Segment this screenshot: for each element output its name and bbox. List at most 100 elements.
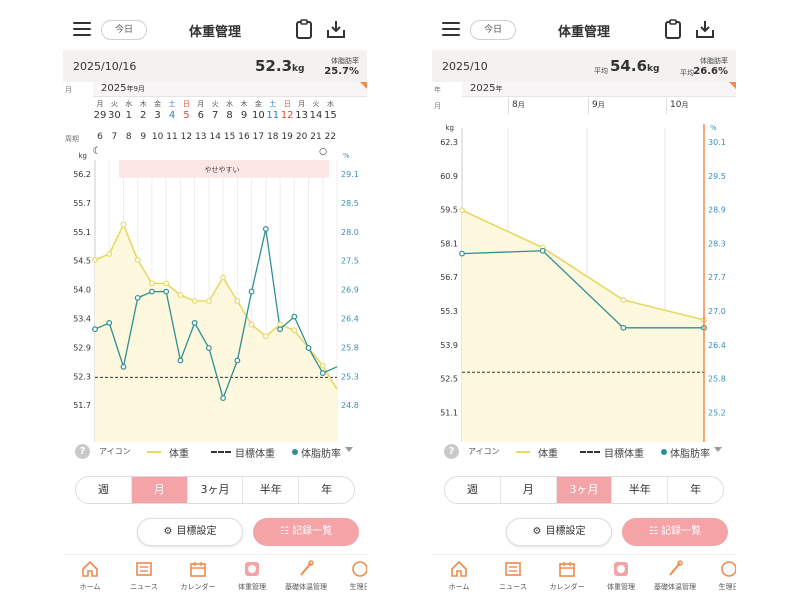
page-title: 体重管理	[188, 25, 241, 40]
avg-label: 平均	[594, 67, 608, 75]
range-tab[interactable]: 週	[76, 477, 132, 503]
y-tick-label-left: 56.7	[440, 273, 458, 282]
date-cell[interactable]: 12	[280, 110, 294, 121]
fat-avg-label: 平均	[680, 69, 694, 77]
month-divider	[588, 98, 589, 114]
period-icon	[719, 559, 736, 579]
chevron-down-icon[interactable]	[714, 447, 722, 452]
nav-item[interactable]: 基礎体温管理	[278, 559, 334, 592]
fat-point	[177, 357, 184, 364]
date-cell[interactable]: 14	[309, 110, 323, 121]
nav-label: 基礎体温管理	[654, 583, 696, 591]
range-tab[interactable]: 半年	[612, 477, 669, 503]
date-cell[interactable]: 29	[93, 110, 107, 121]
range-tab[interactable]: 年	[668, 477, 723, 503]
date-cell[interactable]: 2	[136, 110, 150, 121]
nav-item[interactable]: ホーム	[432, 559, 487, 592]
fat-point	[149, 288, 155, 295]
kg-unit-label: kg	[446, 124, 455, 132]
fat-point	[305, 345, 312, 351]
date-cell[interactable]: 4	[165, 110, 179, 121]
legend-target-swatch	[580, 451, 600, 453]
y-tick-label-right: 26.9	[341, 286, 359, 295]
nav-item[interactable]: ニュース	[116, 559, 172, 592]
chevron-down-icon[interactable]	[345, 447, 353, 452]
range-tab[interactable]: 月	[501, 477, 557, 503]
download-icon[interactable]	[694, 18, 716, 40]
fat-point	[106, 320, 113, 326]
page-title: 体重管理	[557, 25, 610, 40]
y-tick-label-right: 28.5	[341, 199, 359, 208]
nav-item[interactable]: 生理日	[701, 559, 736, 592]
menu-icon[interactable]	[73, 22, 91, 36]
app-bar: 今日 体重管理	[63, 10, 367, 50]
nav-item[interactable]: 体重管理	[224, 559, 280, 592]
nav-item[interactable]: ホーム	[63, 559, 118, 592]
range-tab[interactable]: 週	[445, 477, 501, 503]
date-cell[interactable]: 9	[237, 110, 251, 121]
clipboard-icon[interactable]	[664, 18, 682, 40]
range-tab[interactable]: 半年	[243, 477, 300, 503]
date-cell[interactable]: 5	[179, 110, 193, 121]
weight-point	[234, 298, 241, 304]
month-suffix: 月	[681, 101, 689, 109]
range-tab[interactable]: 3ヶ月	[188, 477, 244, 503]
today-button[interactable]: 今日	[101, 20, 147, 40]
nav-item[interactable]: 基礎体温管理	[647, 559, 703, 592]
help-icon[interactable]: ?	[444, 444, 459, 459]
record-list-button[interactable]: ☷ 記録一覧	[253, 518, 359, 546]
fat-point	[163, 288, 170, 295]
today-button[interactable]: 今日	[470, 20, 516, 40]
goal-settings-label: 目標設定	[176, 526, 217, 537]
gear-icon: ⚙	[532, 526, 542, 537]
goal-settings-button[interactable]: ⚙ 目標設定	[506, 518, 612, 546]
cycle-day: 9	[140, 132, 147, 142]
weight-point	[291, 327, 298, 334]
legend-weight-swatch	[147, 451, 161, 453]
y-tick-label-left: 60.9	[440, 172, 458, 181]
month-column-label: 10月	[670, 100, 688, 110]
y-tick-label-right: 26.4	[708, 341, 726, 350]
nav-item[interactable]: カレンダー	[539, 559, 595, 592]
chart-legend: ? アイコン 体重 目標体重 体脂肪率	[63, 442, 367, 464]
nav-item[interactable]: 体重管理	[593, 559, 649, 592]
date-cell[interactable]: 10	[251, 110, 265, 121]
legend-fat-dropdown[interactable]: 体脂肪率	[301, 445, 341, 460]
summary-date: 2025/10	[442, 60, 488, 73]
date-cell[interactable]: 30	[107, 110, 121, 121]
weight-point	[149, 280, 155, 287]
legend-fat-dropdown[interactable]: 体脂肪率	[670, 445, 710, 460]
help-icon[interactable]: ?	[75, 444, 90, 459]
cycle-day: 18	[267, 132, 279, 142]
weight-point	[134, 256, 141, 263]
date-cell[interactable]: 11	[266, 110, 280, 121]
nav-label: 体重管理	[238, 583, 266, 591]
fat-point	[248, 288, 255, 295]
clipboard-icon[interactable]	[295, 18, 313, 40]
range-tab[interactable]: 3ヶ月	[556, 477, 613, 503]
date-cell[interactable]: 3	[151, 110, 165, 121]
range-tab[interactable]: 月	[131, 477, 188, 503]
weight-unit: kg	[647, 64, 660, 74]
date-cell[interactable]: 8	[223, 110, 237, 121]
range-tab[interactable]: 年	[299, 477, 354, 503]
nav-item[interactable]: カレンダー	[170, 559, 226, 592]
goal-settings-button[interactable]: ⚙ 目標設定	[137, 518, 243, 546]
download-icon[interactable]	[325, 18, 347, 40]
y-tick-label-right: 25.2	[708, 408, 726, 417]
date-cell[interactable]: 15	[323, 110, 337, 121]
month-row-label: 月	[65, 86, 72, 94]
week-row-label: 周期	[65, 135, 79, 143]
date-cell[interactable]: 13	[295, 110, 309, 121]
cycle-day: 6	[97, 132, 103, 142]
nav-label: 生理日	[718, 583, 737, 591]
nav-item[interactable]: 生理日	[332, 559, 367, 592]
date-cell[interactable]: 7	[208, 110, 222, 121]
weight-unit: kg	[292, 64, 305, 74]
today-marker-icon	[729, 82, 736, 89]
date-cell[interactable]: 1	[122, 110, 136, 121]
record-list-button[interactable]: ☷ 記録一覧	[622, 518, 728, 546]
menu-icon[interactable]	[442, 22, 460, 36]
nav-item[interactable]: ニュース	[485, 559, 541, 592]
date-cell[interactable]: 6	[194, 110, 208, 121]
